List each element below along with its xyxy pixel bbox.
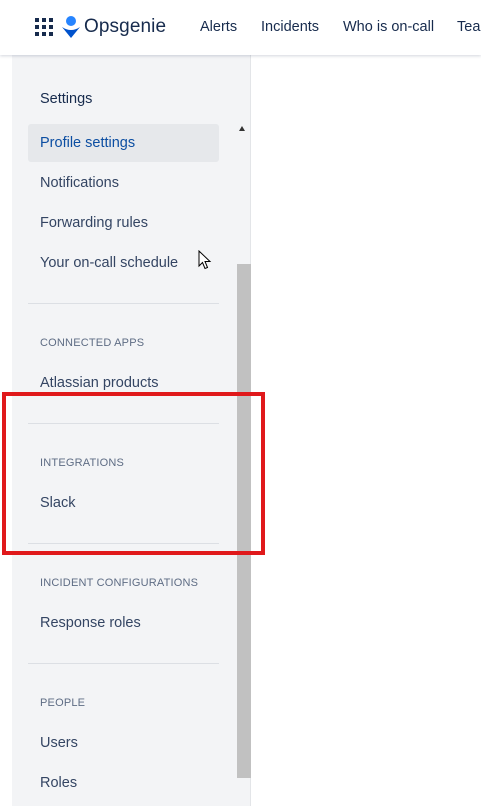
sidebar-item-profile-settings[interactable]: Profile settings [28, 124, 219, 162]
section-heading-incident-configurations: INCIDENT CONFIGURATIONS [40, 577, 199, 589]
sidebar-item-roles[interactable]: Roles [28, 764, 219, 802]
scroll-up-arrow-icon[interactable] [239, 126, 245, 131]
top-navigation-bar: Opsgenie Alerts Incidents Who is on-call… [0, 0, 481, 55]
opsgenie-logo-icon [62, 16, 80, 38]
mouse-cursor-icon [198, 250, 212, 270]
nav-who-is-on-call[interactable]: Who is on-call [343, 19, 434, 35]
divider [28, 303, 219, 304]
nav-incidents[interactable]: Incidents [261, 19, 319, 35]
settings-title: Settings [40, 91, 93, 107]
nav-alerts[interactable]: Alerts [200, 19, 237, 35]
divider [28, 663, 219, 664]
sidebar-item-users[interactable]: Users [28, 724, 219, 762]
sidebar-item-notifications[interactable]: Notifications [28, 164, 219, 202]
sidebar-item-on-call-schedule[interactable]: Your on-call schedule [28, 244, 219, 282]
section-heading-connected-apps: CONNECTED APPS [40, 337, 145, 349]
app-switcher-grid-icon[interactable] [35, 18, 53, 36]
sidebar-item-forwarding-rules[interactable]: Forwarding rules [28, 204, 219, 242]
highlight-box [2, 392, 265, 555]
section-heading-people: PEOPLE [40, 697, 86, 709]
brand-name: Opsgenie [84, 16, 167, 37]
sidebar-item-response-roles[interactable]: Response roles [28, 604, 219, 642]
nav-teams[interactable]: Teams [457, 19, 481, 35]
opsgenie-logo[interactable]: Opsgenie [62, 14, 166, 40]
